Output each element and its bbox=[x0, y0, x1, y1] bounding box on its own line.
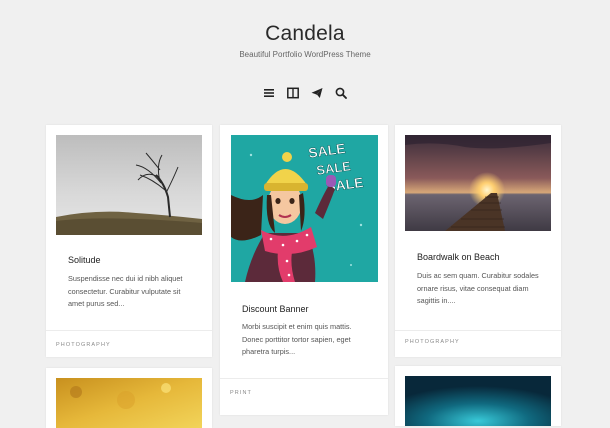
site-title[interactable]: Candela bbox=[0, 22, 610, 46]
post-title[interactable]: Discount Banner bbox=[242, 304, 309, 314]
post-category[interactable]: PHOTOGRAPHY bbox=[405, 339, 460, 345]
post-category[interactable]: PRINT bbox=[230, 390, 252, 396]
post-thumbnail-pier-sunset[interactable] bbox=[405, 135, 551, 231]
card-divider bbox=[46, 330, 212, 331]
card-divider bbox=[395, 330, 561, 331]
post-thumbnail-lone-tree[interactable] bbox=[56, 135, 202, 235]
post-excerpt: Suspendisse nec dui id nibh aliquet cons… bbox=[68, 274, 183, 308]
post-card: SALE SALE SALE Discount Banner Morbi sus… bbox=[220, 125, 388, 415]
post-card: Boardwalk on Beach Duis ac sem quam. Cur… bbox=[395, 125, 561, 357]
post-title[interactable]: Boardwalk on Beach bbox=[417, 252, 500, 262]
post-card: Solitude Suspendisse nec dui id nibh ali… bbox=[46, 125, 212, 357]
post-card bbox=[395, 366, 561, 426]
post-thumbnail-golden-texture[interactable] bbox=[56, 378, 202, 428]
site-description: Beautiful Portfolio WordPress Theme bbox=[239, 50, 371, 59]
post-thumbnail-teal-glow[interactable] bbox=[405, 376, 551, 426]
sidebar-icon[interactable] bbox=[286, 86, 300, 100]
post-card bbox=[46, 368, 212, 428]
card-divider bbox=[220, 378, 388, 379]
social-send-icon[interactable] bbox=[310, 86, 324, 100]
post-category[interactable]: PHOTOGRAPHY bbox=[56, 342, 111, 348]
menu-icon[interactable] bbox=[262, 86, 276, 100]
post-thumbnail-sale-illustration[interactable]: SALE SALE SALE bbox=[231, 135, 378, 282]
post-excerpt: Duis ac sem quam. Curabitur sodales orna… bbox=[417, 271, 539, 305]
header-nav bbox=[262, 86, 348, 100]
post-excerpt: Morbi suscipit et enim quis mattis. Done… bbox=[242, 322, 352, 356]
post-title[interactable]: Solitude bbox=[68, 255, 101, 265]
search-icon[interactable] bbox=[334, 86, 348, 100]
